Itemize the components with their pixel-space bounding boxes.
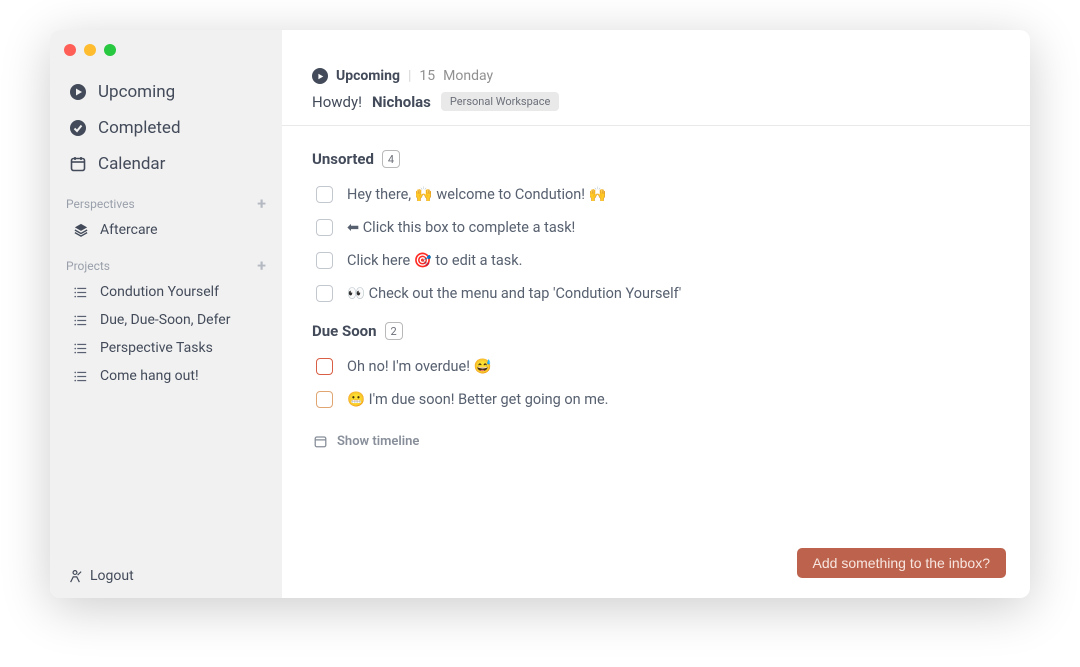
project-item[interactable]: Come hang out! xyxy=(50,362,282,390)
list-icon xyxy=(74,370,92,383)
nav-upcoming[interactable]: Upcoming xyxy=(50,74,282,110)
play-circle-icon xyxy=(312,68,328,84)
play-circle-icon xyxy=(68,84,88,100)
group-header-duesoon: Due Soon 2 xyxy=(312,322,1000,340)
task-text: Click here 🎯 to edit a task. xyxy=(347,252,522,269)
perspectives-header: Perspectives + xyxy=(50,188,282,216)
list-icon xyxy=(74,314,92,327)
breadcrumb-title: Upcoming xyxy=(336,68,400,84)
section-title: Projects xyxy=(66,259,110,273)
add-to-inbox-input[interactable]: Add something to the inbox? xyxy=(797,548,1006,578)
minimize-window-button[interactable] xyxy=(84,44,96,56)
close-window-button[interactable] xyxy=(64,44,76,56)
add-perspective-button[interactable]: + xyxy=(257,194,266,213)
task-row[interactable]: 👀 Check out the menu and tap 'Condution … xyxy=(312,277,1000,310)
task-text: 😬 I'm due soon! Better get going on me. xyxy=(347,391,609,408)
date-number: 15 xyxy=(419,68,435,84)
task-text: 👀 Check out the menu and tap 'Condution … xyxy=(347,285,681,302)
date-day: Monday xyxy=(443,68,493,84)
nav-calendar[interactable]: Calendar xyxy=(50,146,282,182)
project-item[interactable]: Perspective Tasks xyxy=(50,334,282,362)
nav-completed[interactable]: Completed xyxy=(50,110,282,146)
breadcrumb: Upcoming | 15 Monday xyxy=(312,68,1000,84)
list-icon xyxy=(74,286,92,299)
calendar-icon xyxy=(68,156,88,172)
logout-label: Logout xyxy=(90,568,134,584)
window-controls xyxy=(64,44,116,56)
add-project-button[interactable]: + xyxy=(257,256,266,275)
task-checkbox-overdue[interactable] xyxy=(316,358,333,375)
project-label: Due, Due-Soon, Defer xyxy=(100,312,230,328)
task-row[interactable]: ⬅ Click this box to complete a task! xyxy=(312,211,1000,244)
section-title: Perspectives xyxy=(66,197,135,211)
main-panel: Upcoming | 15 Monday Howdy! Nicholas Per… xyxy=(282,30,1030,598)
project-label: Come hang out! xyxy=(100,368,199,384)
layers-icon xyxy=(74,223,92,237)
group-count: 2 xyxy=(385,322,403,340)
project-label: Perspective Tasks xyxy=(100,340,213,356)
group-title: Unsorted xyxy=(312,150,374,168)
task-checkbox[interactable] xyxy=(316,285,333,302)
group-header-unsorted: Unsorted 4 xyxy=(312,150,1000,168)
group-count: 4 xyxy=(382,150,400,168)
task-checkbox[interactable] xyxy=(316,186,333,203)
group-title: Due Soon xyxy=(312,322,377,340)
calendar-icon xyxy=(314,435,327,448)
project-item[interactable]: Due, Due-Soon, Defer xyxy=(50,306,282,334)
content-area: Unsorted 4 Hey there, 🙌 welcome to Condu… xyxy=(282,126,1030,598)
nav-label: Calendar xyxy=(98,154,165,174)
task-text: ⬅ Click this box to complete a task! xyxy=(347,219,575,236)
projects-header: Projects + xyxy=(50,250,282,278)
task-checkbox[interactable] xyxy=(316,252,333,269)
task-row[interactable]: Hey there, 🙌 welcome to Condution! 🙌 xyxy=(312,178,1000,211)
task-text: Oh no! I'm overdue! 😅 xyxy=(347,358,492,375)
task-checkbox[interactable] xyxy=(316,219,333,236)
project-item[interactable]: Condution Yourself xyxy=(50,278,282,306)
perspective-aftercare[interactable]: Aftercare xyxy=(50,216,282,244)
task-row[interactable]: Oh no! I'm overdue! 😅 xyxy=(312,350,1000,383)
header: Upcoming | 15 Monday Howdy! Nicholas Per… xyxy=(282,30,1030,126)
greeting-text: Howdy! xyxy=(312,93,362,111)
app-window: Upcoming Completed Calendar Perspectives… xyxy=(50,30,1030,598)
perspective-label: Aftercare xyxy=(100,222,158,238)
task-row[interactable]: 😬 I'm due soon! Better get going on me. xyxy=(312,383,1000,416)
check-circle-icon xyxy=(68,120,88,136)
task-text: Hey there, 🙌 welcome to Condution! 🙌 xyxy=(347,186,607,203)
project-label: Condution Yourself xyxy=(100,284,219,300)
sidebar: Upcoming Completed Calendar Perspectives… xyxy=(50,30,282,598)
logout-button[interactable]: Logout xyxy=(50,554,282,598)
greeting-row: Howdy! Nicholas Personal Workspace xyxy=(312,92,1000,111)
greeting-name: Nicholas xyxy=(372,93,431,111)
list-icon xyxy=(74,342,92,355)
timeline-label: Show timeline xyxy=(337,434,419,449)
maximize-window-button[interactable] xyxy=(104,44,116,56)
workspace-badge[interactable]: Personal Workspace xyxy=(441,92,559,111)
breadcrumb-separator: | xyxy=(408,68,411,84)
nav-label: Upcoming xyxy=(98,82,175,102)
logout-icon xyxy=(68,569,82,583)
task-checkbox-duesoon[interactable] xyxy=(316,391,333,408)
show-timeline-button[interactable]: Show timeline xyxy=(312,416,1000,467)
nav-label: Completed xyxy=(98,118,181,138)
task-row[interactable]: Click here 🎯 to edit a task. xyxy=(312,244,1000,277)
